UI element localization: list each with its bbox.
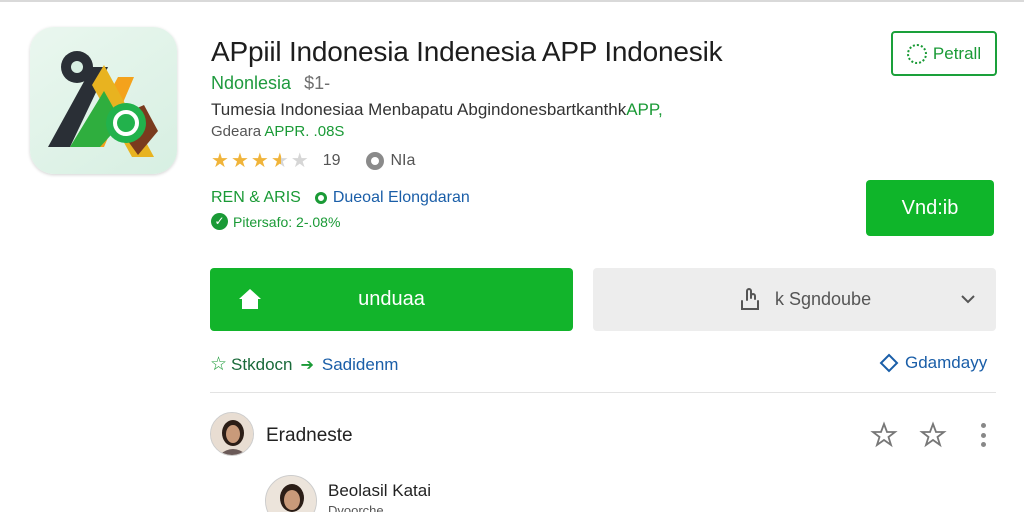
rating-star-half-icon: ★	[270, 150, 289, 172]
verified-row: ✓ Pitersafo: 2-.08%	[211, 213, 340, 230]
breadcrumb-first[interactable]: Stkdocn	[231, 355, 292, 375]
rating-star-icon: ★	[250, 150, 269, 172]
right-link-label: Gdamdayy	[905, 353, 988, 372]
app-title: APpiil Indonesia Indenesia APP Indonesik	[211, 36, 723, 67]
avatar[interactable]	[210, 412, 254, 456]
rating-count: 19	[322, 152, 341, 169]
tag-blue-link[interactable]: Dueoal Elongdaran	[333, 189, 470, 207]
download-main-button[interactable]: unduaa	[210, 268, 573, 331]
arrow-right-icon: ➔	[300, 356, 314, 374]
subinfo-text: Gdeara	[211, 123, 265, 140]
avatar[interactable]	[265, 475, 317, 512]
tags-row: REN & ARIS Dueoal Elongdaran	[211, 189, 470, 207]
share-label: k Sgndoube	[775, 289, 872, 309]
star-outline-icon[interactable]	[919, 421, 947, 449]
reviewer-name: Eradneste	[266, 425, 353, 446]
diamond-arrow-icon	[879, 353, 899, 373]
description-text: Tumesia Indonesiaa Menbapatu Abgindonesb…	[211, 100, 627, 119]
right-link[interactable]: Gdamdayy	[879, 353, 987, 373]
verified-text: Pitersafo: 2-.08%	[233, 213, 341, 230]
breadcrumb-link[interactable]: ☆ Stkdocn ➔ Sadidenm	[210, 353, 398, 376]
app-subinfo: Gdeara APPR. .08S	[211, 123, 344, 140]
tag-green: REN & ARIS	[211, 189, 301, 206]
download-small-label: Vnd:ib	[901, 196, 959, 219]
top-border	[0, 0, 1024, 2]
share-icon	[741, 288, 759, 310]
description-highlight: APP,	[626, 100, 663, 119]
circle-icon	[314, 192, 327, 204]
developer-link[interactable]: Ndonlesia	[211, 73, 291, 93]
subinfo-highlight: APPR. .08S	[264, 123, 345, 140]
star-outline-icon[interactable]	[870, 421, 898, 449]
reviewer-subtitle: Dvoorche	[328, 503, 384, 512]
price-label: $1-	[304, 73, 331, 93]
check-icon: ✓	[211, 213, 228, 230]
app-logo-icon	[30, 27, 177, 174]
install-icon	[906, 43, 927, 64]
rating-row: ★ ★ ★ ★ ★ 19 NIa	[211, 150, 415, 172]
app-description: Tumesia Indonesiaa Menbapatu Abgindonesb…	[211, 100, 663, 120]
developer-line: Ndonlesia $1-	[211, 73, 330, 94]
rating-star-icon: ★	[211, 150, 229, 172]
info-icon	[366, 152, 385, 170]
section-divider	[210, 392, 996, 393]
reviewer-name: Beolasil Katai	[328, 481, 432, 500]
star-outline-icon: ☆	[210, 354, 228, 375]
chevron-down-icon	[961, 295, 975, 304]
rating-star-empty-icon: ★	[290, 150, 309, 172]
install-label: Petrall	[932, 43, 982, 63]
home-icon	[239, 289, 261, 309]
rating-star-icon: ★	[230, 150, 249, 172]
download-main-label: unduaa	[358, 288, 425, 310]
rating-extra: NIa	[390, 152, 416, 169]
share-dropdown-button[interactable]: k Sgndoube	[593, 268, 996, 331]
breadcrumb-second[interactable]: Sadidenm	[322, 355, 399, 375]
install-button[interactable]: Petrall	[891, 31, 997, 76]
more-vert-icon[interactable]	[979, 423, 987, 447]
download-small-button[interactable]: Vnd:ib	[866, 180, 994, 236]
